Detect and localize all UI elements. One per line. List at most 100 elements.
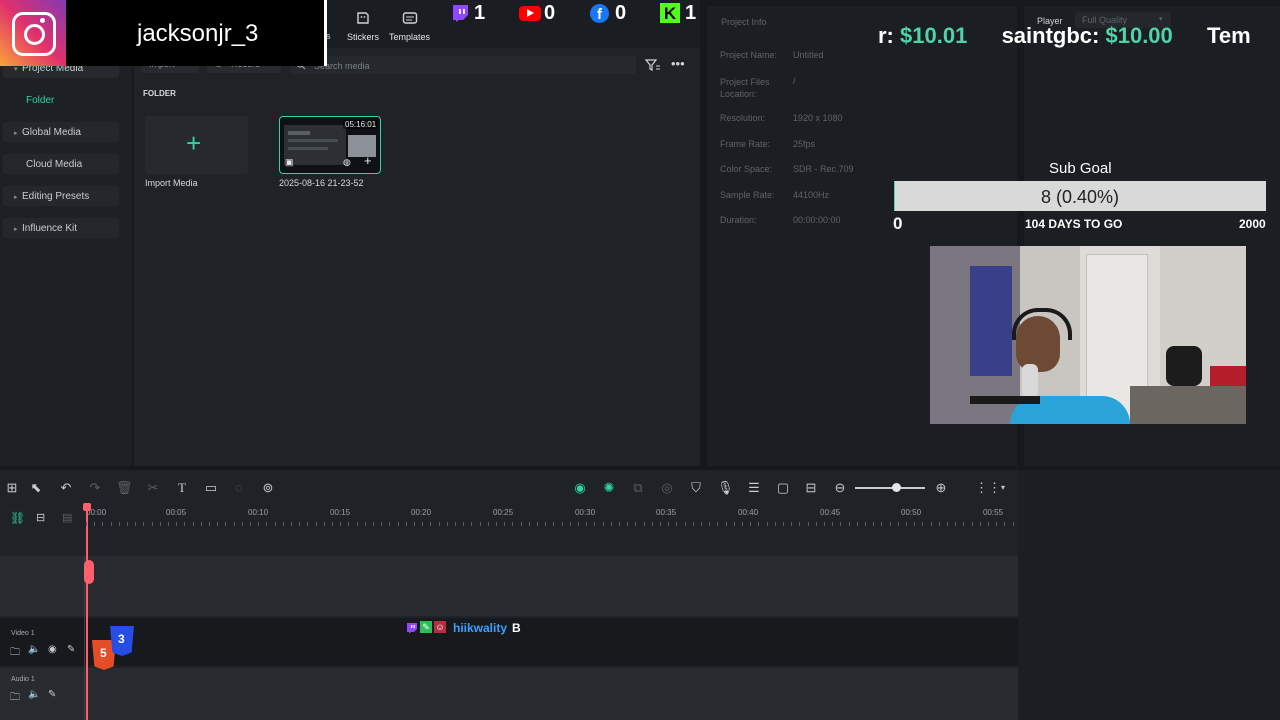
ruler-minor-tick	[143, 522, 144, 526]
undo-icon[interactable]: ↶	[58, 480, 74, 496]
subscriber-badge-icon: ☺	[434, 621, 446, 633]
ruler-minor-tick	[553, 522, 554, 526]
zoom-in-icon[interactable]: ⊕	[933, 480, 949, 496]
layout-grid-icon[interactable]: ⊞	[4, 480, 20, 496]
add-to-timeline-icon[interactable]: +	[364, 153, 372, 168]
ai-snap-icon[interactable]: ✺	[601, 480, 617, 496]
grid-view-icon[interactable]: ⋮⋮	[975, 480, 1001, 496]
stickers-tab[interactable]: Stickers	[345, 8, 381, 44]
snapshot-icon[interactable]: ▢	[775, 480, 791, 496]
chevron-down-icon[interactable]: ▾	[995, 480, 1011, 496]
shield-icon[interactable]: ⛉	[688, 480, 704, 496]
select-tool-icon[interactable]: ⬉	[28, 480, 44, 496]
ruler-minor-tick	[439, 522, 440, 526]
project-files-location-value: /	[793, 76, 796, 86]
ai-tools-icon[interactable]: ⊚	[260, 480, 276, 496]
eye-icon[interactable]: ◉	[48, 644, 57, 655]
ruler-minor-tick	[931, 522, 932, 526]
sub-goal-min: 0	[893, 214, 903, 233]
sub-goal-progress-bar: 8 (0.40%)	[894, 181, 1266, 211]
text-icon[interactable]: T	[174, 480, 190, 496]
duration-label: Duration:	[720, 215, 757, 225]
ticker-name: r:	[878, 23, 894, 48]
html5-logo-mark: 5	[100, 646, 107, 660]
caret-right-icon: ▸	[14, 226, 18, 233]
media-library-panel	[134, 48, 700, 466]
zoom-slider-track[interactable]	[855, 487, 925, 489]
ruler-minor-tick	[357, 522, 358, 526]
templates-icon	[402, 12, 418, 24]
ruler-minor-tick	[217, 522, 218, 526]
media-clip-thumbnail[interactable]: 05:16:01 ▣ ◍ +	[279, 116, 381, 174]
ruler-minor-tick	[799, 522, 800, 526]
caret-right-icon: ▸	[14, 130, 18, 137]
import-media-label: Import Media	[145, 178, 198, 188]
resolution-label: Resolution:	[720, 113, 766, 123]
import-media-tile[interactable]: +	[145, 116, 248, 174]
ruler-minor-tick	[881, 522, 882, 526]
split-icon[interactable]: ✂	[145, 480, 161, 496]
speaker-icon[interactable]: 🔈	[28, 644, 40, 655]
ruler-minor-tick	[586, 522, 587, 526]
ruler-minor-tick	[307, 522, 308, 526]
color-icon[interactable]: ◌	[231, 480, 247, 496]
fit-timeline-icon[interactable]: ⊟	[803, 480, 819, 496]
tick-3: 00:15	[330, 508, 351, 517]
tick-7: 00:35	[656, 508, 677, 517]
ruler-minor-tick	[340, 522, 341, 526]
sidebar-item-global-media[interactable]: ▸ Global Media	[14, 127, 81, 138]
render-icon[interactable]: ⧉	[630, 480, 646, 496]
templates-tab[interactable]: Templates	[388, 8, 436, 44]
sidebar-item-folder[interactable]: Folder	[26, 95, 54, 106]
ruler-minor-tick	[906, 522, 907, 526]
folder-lock-icon[interactable]: 🗀	[10, 645, 20, 662]
sidebar-item-cloud-media[interactable]: Cloud Media	[26, 159, 82, 170]
ruler-minor-tick	[939, 522, 940, 526]
edit-track-icon[interactable]: ✎	[67, 644, 75, 655]
ruler-minor-tick	[570, 522, 571, 526]
folder-lock-icon[interactable]: 🗀	[10, 690, 20, 707]
ruler-minor-tick	[463, 522, 464, 526]
video-track[interactable]	[0, 618, 1018, 666]
frame-rate-label: Frame Rate:	[720, 139, 771, 149]
playhead-handle[interactable]	[83, 503, 91, 511]
microphone-icon[interactable]: 🎙	[717, 480, 734, 496]
crop-icon[interactable]: ▭	[203, 480, 219, 496]
ruler-minor-tick	[849, 522, 850, 526]
ruler-minor-tick	[685, 522, 686, 526]
ruler-minor-tick	[430, 522, 431, 526]
audio-mixer-icon[interactable]: ☰	[746, 480, 762, 496]
speaker-icon[interactable]: 🔈	[28, 689, 40, 700]
sticker-icon	[357, 12, 369, 24]
webcam-feed	[930, 246, 1246, 424]
ruler-minor-tick	[414, 522, 415, 526]
more-options-icon[interactable]: •••	[671, 56, 685, 71]
sidebar-item-editing-presets[interactable]: ▸ Editing Presets	[14, 191, 89, 202]
zoom-slider-handle[interactable]	[892, 483, 901, 492]
play-preview-icon[interactable]: ◎	[659, 480, 675, 496]
ruler-minor-tick	[865, 522, 866, 526]
ruler-minor-tick	[521, 522, 522, 526]
ruler-minor-tick	[381, 522, 382, 526]
ruler-minor-tick	[250, 522, 251, 526]
youtube-count: 0	[544, 2, 556, 24]
search-input[interactable]: Search media	[290, 56, 636, 74]
filter-icon[interactable]	[645, 58, 661, 72]
ruler-minor-tick	[619, 522, 620, 526]
auto-highlight-icon[interactable]: ◉	[572, 480, 588, 496]
ruler-minor-tick	[242, 522, 243, 526]
ruler-minor-tick	[652, 522, 653, 526]
ruler-minor-tick	[767, 522, 768, 526]
sidebar-item-influence-kit[interactable]: ▸ Influence Kit	[14, 223, 77, 234]
playhead[interactable]	[86, 505, 88, 720]
ruler-minor-tick	[135, 522, 136, 526]
chat-message: B	[512, 621, 521, 635]
redo-icon[interactable]: ↷	[87, 480, 103, 496]
zoom-out-icon[interactable]: ⊖	[832, 480, 848, 496]
ruler-minor-tick	[201, 522, 202, 526]
delete-icon[interactable]: 🗑	[116, 480, 133, 496]
audio-track[interactable]	[0, 668, 1018, 720]
project-files-location-label: Project Files Location:	[720, 77, 770, 99]
edit-track-icon[interactable]: ✎	[48, 689, 56, 700]
drop-marker	[84, 560, 94, 584]
